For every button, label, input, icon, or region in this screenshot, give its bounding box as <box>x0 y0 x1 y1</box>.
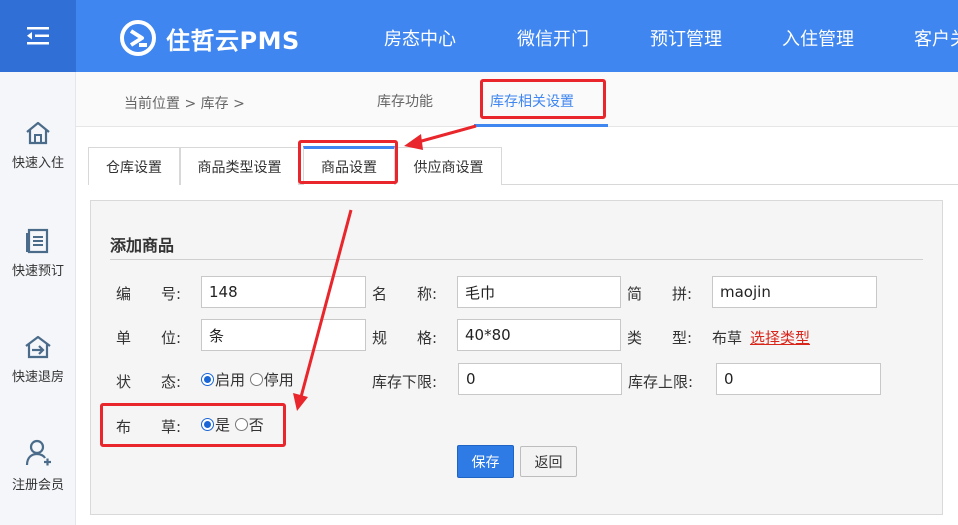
annotation-box-product-settings <box>298 140 398 184</box>
top-navigation-bar: 住哲云PMS 房态中心 微信开门 预订管理 入住管理 客户关 <box>0 0 958 72</box>
unit-input[interactable] <box>201 319 366 351</box>
checkout-arrow-icon <box>25 335 51 359</box>
menu-toggle-button[interactable] <box>0 0 76 72</box>
sidebar-item-quick-booking[interactable]: 快速预订 <box>0 228 76 279</box>
annotation-box-inventory-settings <box>480 79 606 119</box>
sidebar-item-quick-checkout[interactable]: 快速退房 <box>0 334 76 385</box>
status-radio-group: 启用 停用 <box>201 369 294 390</box>
menu-collapse-icon <box>27 27 49 45</box>
name-input[interactable] <box>457 276 621 308</box>
form-title-divider <box>110 259 923 260</box>
sidebar-item-label: 快速退房 <box>11 370 64 385</box>
logo-mark-icon <box>120 20 156 56</box>
spec-input[interactable] <box>457 319 621 351</box>
subtab-product-type-settings[interactable]: 商品类型设置 <box>180 147 299 185</box>
pinyin-input[interactable] <box>712 276 877 308</box>
subtab-label: 仓库设置 <box>106 159 162 176</box>
unit-label: 单 位: <box>116 329 182 347</box>
sidebar-item-label: 快速入住 <box>11 156 64 171</box>
nav-item-customers[interactable]: 客户关 <box>914 25 958 51</box>
settings-subtabs: 仓库设置 商品类型设置 商品设置 供应商设置 <box>76 127 958 187</box>
status-disabled-label: 停用 <box>263 371 294 389</box>
add-product-form: 添加商品 编 号: 名 称: 简 拼: 单 位: 规 格: 类 型: 布草 选择… <box>90 200 943 515</box>
status-enabled-radio[interactable] <box>201 373 214 386</box>
sidebar-item-label: 注册会员 <box>11 478 64 493</box>
app-logo[interactable]: 住哲云PMS <box>120 20 300 56</box>
user-add-icon <box>25 439 51 466</box>
home-icon <box>26 121 50 145</box>
min-stock-input[interactable] <box>458 363 622 395</box>
sidebar-item-quick-checkin[interactable]: 快速入住 <box>0 120 76 171</box>
document-list-icon <box>26 228 49 254</box>
status-label: 状 态: <box>116 373 182 391</box>
nav-item-wechat-door[interactable]: 微信开门 <box>517 25 589 51</box>
subtab-warehouse-settings[interactable]: 仓库设置 <box>88 147 180 185</box>
max-stock-input[interactable] <box>716 363 881 395</box>
logo-text: 住哲云PMS <box>166 26 300 55</box>
sidebar-item-register-member[interactable]: 注册会员 <box>0 438 76 493</box>
form-title: 添加商品 <box>110 236 175 255</box>
save-button[interactable]: 保存 <box>457 445 514 478</box>
breadcrumb: 当前位置 > 库存 > <box>124 96 245 112</box>
min-stock-label: 库存下限: <box>372 373 438 391</box>
type-label: 类 型: <box>627 329 693 347</box>
subtab-label: 商品类型设置 <box>197 159 282 176</box>
code-input[interactable] <box>201 276 366 308</box>
select-type-link[interactable]: 选择类型 <box>750 327 810 348</box>
tab-inventory-functions[interactable]: 库存功能 <box>377 91 433 111</box>
name-label: 名 称: <box>372 285 438 303</box>
status-enabled-label: 启用 <box>215 371 246 389</box>
spec-label: 规 格: <box>372 329 438 347</box>
subtab-supplier-settings[interactable]: 供应商设置 <box>395 147 502 185</box>
type-value: 布草 <box>712 329 743 347</box>
nav-item-reservations[interactable]: 预订管理 <box>650 25 722 51</box>
back-button[interactable]: 返回 <box>520 446 577 477</box>
annotation-box-linen-option <box>100 403 286 447</box>
code-label: 编 号: <box>116 285 182 303</box>
pinyin-label: 简 拼: <box>627 285 693 303</box>
status-disabled-radio[interactable] <box>249 373 263 386</box>
subtab-label: 供应商设置 <box>413 159 484 176</box>
nav-item-room-status[interactable]: 房态中心 <box>384 25 456 51</box>
sidebar-item-label: 快速预订 <box>11 264 64 279</box>
quick-actions-sidebar: 快速入住 快速预订 快速退房 注册会员 <box>0 72 76 525</box>
nav-item-checkin[interactable]: 入住管理 <box>782 25 854 51</box>
max-stock-label: 库存上限: <box>628 373 694 391</box>
